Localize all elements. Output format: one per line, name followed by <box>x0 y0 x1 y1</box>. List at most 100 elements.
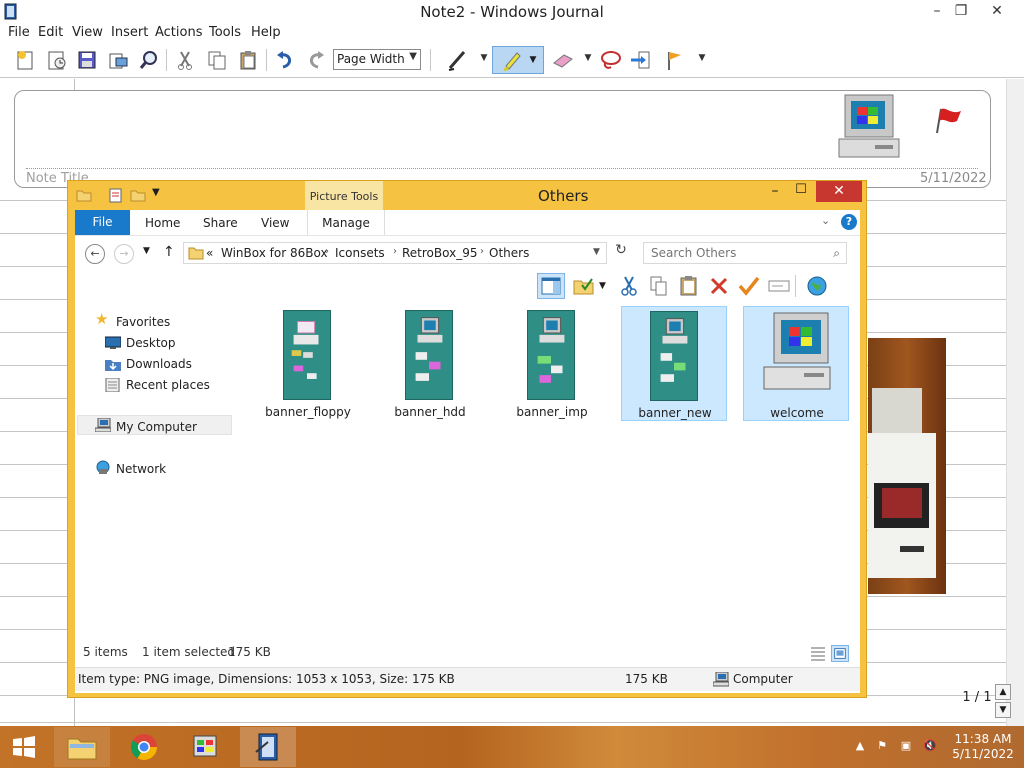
cut-icon[interactable] <box>615 273 643 299</box>
help-icon[interactable]: ? <box>841 214 857 230</box>
explorer-minimize-button[interactable]: – <box>762 183 788 199</box>
nav-recent-places[interactable]: Recent places <box>126 378 210 392</box>
expand-ribbon-icon[interactable]: ⌄ <box>821 214 830 227</box>
folder-check-icon[interactable] <box>570 273 598 299</box>
menu-file[interactable]: File <box>8 25 30 40</box>
eraser-icon[interactable] <box>550 47 576 73</box>
breadcrumb-separator-icon[interactable]: › <box>480 246 484 257</box>
new-folder-icon[interactable] <box>130 187 146 203</box>
file-item[interactable]: banner_imp <box>499 306 605 421</box>
tab-manage[interactable]: Manage <box>307 210 385 235</box>
menu-tools[interactable]: Tools <box>209 25 241 40</box>
back-button[interactable]: ← <box>85 244 105 264</box>
file-item-selected[interactable]: welcome <box>743 306 849 421</box>
properties-icon[interactable] <box>108 187 124 203</box>
send-email-icon[interactable] <box>105 47 131 73</box>
breadcrumb-others[interactable]: Others <box>489 246 529 260</box>
up-button[interactable]: ↑ <box>163 244 175 260</box>
breadcrumb-iconsets[interactable]: Iconsets <box>335 246 385 260</box>
copy-icon[interactable] <box>204 47 230 73</box>
flag-dropdown-arrow[interactable]: ▼ <box>697 53 707 65</box>
insert-space-icon[interactable] <box>628 47 654 73</box>
globe-icon[interactable] <box>803 273 831 299</box>
details-view-icon[interactable] <box>809 645 827 662</box>
breadcrumb-winbox[interactable]: WinBox for 86Box <box>221 246 328 260</box>
explorer-maximize-button[interactable]: ☐ <box>788 182 814 197</box>
pen-dropdown-arrow[interactable]: ▼ <box>479 53 489 65</box>
redo-icon[interactable] <box>303 47 329 73</box>
vertical-scrollbar[interactable] <box>1006 79 1024 726</box>
nav-network[interactable]: Network <box>116 462 166 476</box>
find-icon[interactable] <box>136 47 162 73</box>
tab-share[interactable]: Share <box>203 216 238 230</box>
network-status-icon[interactable]: ▣ <box>898 739 914 755</box>
quick-access-chevron-icon[interactable]: ▼ <box>152 187 160 198</box>
search-icon[interactable]: ⌕ <box>833 246 840 261</box>
flag-icon[interactable] <box>662 47 688 73</box>
volume-muted-icon[interactable]: 🔇 <box>922 739 938 755</box>
cut-icon[interactable] <box>172 47 198 73</box>
start-button[interactable] <box>0 727 48 767</box>
zoom-dropdown[interactable]: Page Width ▼ <box>333 49 421 70</box>
search-input[interactable] <box>649 244 819 262</box>
lasso-select-icon[interactable] <box>598 47 624 73</box>
preview-pane-button[interactable] <box>537 273 565 299</box>
explorer-close-button[interactable]: ✕ <box>816 181 862 202</box>
undo-icon[interactable] <box>272 47 298 73</box>
file-item[interactable]: banner_hdd <box>377 306 483 421</box>
show-hidden-icons-chevron-icon[interactable]: ▲ <box>852 739 868 755</box>
journal-minimize-button[interactable]: – <box>924 2 950 20</box>
taskbar-windows-journal[interactable] <box>240 727 296 767</box>
refresh-icon[interactable]: ↻ <box>611 242 631 264</box>
large-icons-view-icon[interactable] <box>831 645 849 662</box>
nav-desktop[interactable]: Desktop <box>126 336 176 350</box>
breadcrumb-retrobox[interactable]: RetroBox_95 <box>402 246 477 260</box>
recent-locations-icon[interactable]: ▼ <box>143 246 150 256</box>
nav-downloads[interactable]: Downloads <box>126 357 192 371</box>
nav-my-computer[interactable]: My Computer <box>116 420 197 434</box>
journal-maximize-button[interactable]: ❐ <box>948 2 974 20</box>
paste-icon[interactable] <box>235 47 261 73</box>
journal-close-button[interactable]: ✕ <box>984 2 1010 20</box>
address-overflow[interactable]: « <box>206 246 213 260</box>
folder-icon[interactable] <box>76 187 92 203</box>
pen-icon[interactable] <box>445 47 471 73</box>
delete-icon[interactable] <box>705 273 733 299</box>
open-clock-icon[interactable] <box>44 47 70 73</box>
folder-options-chevron-icon[interactable]: ▼ <box>599 281 606 291</box>
menu-help[interactable]: Help <box>251 25 281 40</box>
menu-actions[interactable]: Actions <box>155 25 203 40</box>
explorer-title-bar[interactable]: ▼ Picture Tools Others – ☐ ✕ <box>68 181 866 210</box>
next-page-button[interactable]: ▼ <box>995 702 1011 718</box>
new-note-icon[interactable] <box>12 47 38 73</box>
address-bar[interactable]: « WinBox for 86Box › Iconsets › RetroBox… <box>183 242 607 264</box>
copy-icon[interactable] <box>645 273 673 299</box>
file-item[interactable]: banner_floppy <box>255 306 361 421</box>
address-history-chevron-icon[interactable]: ▼ <box>593 247 600 257</box>
highlighter-button[interactable]: ▼ <box>492 46 544 74</box>
previous-page-button[interactable]: ▲ <box>995 684 1011 700</box>
menu-insert[interactable]: Insert <box>111 25 148 40</box>
eraser-dropdown-arrow[interactable]: ▼ <box>583 53 593 65</box>
breadcrumb-separator-icon[interactable]: › <box>393 246 397 257</box>
search-box[interactable]: ⌕ <box>643 242 847 264</box>
tab-file[interactable]: File <box>75 210 130 235</box>
breadcrumb-separator-icon[interactable]: › <box>325 246 329 257</box>
nav-favorites[interactable]: Favorites <box>116 315 170 329</box>
menu-view[interactable]: View <box>72 25 103 40</box>
rename-icon[interactable] <box>765 273 793 299</box>
menu-edit[interactable]: Edit <box>38 25 63 40</box>
taskbar-control-panel[interactable] <box>178 727 234 767</box>
taskbar-chrome[interactable] <box>116 727 172 767</box>
file-item-selected[interactable]: banner_new <box>621 306 727 421</box>
photo-image[interactable] <box>868 338 946 594</box>
note-title-area[interactable] <box>14 90 991 188</box>
save-icon[interactable] <box>74 47 100 73</box>
paste-icon[interactable] <box>675 273 703 299</box>
forward-button[interactable]: → <box>114 244 134 264</box>
properties-check-icon[interactable] <box>735 273 763 299</box>
action-center-flag-icon[interactable]: ⚑ <box>874 739 890 755</box>
taskbar-clock[interactable]: 11:38 AM 5/11/2022 <box>948 732 1018 762</box>
taskbar-file-explorer[interactable] <box>54 727 110 767</box>
tab-home[interactable]: Home <box>145 216 180 230</box>
